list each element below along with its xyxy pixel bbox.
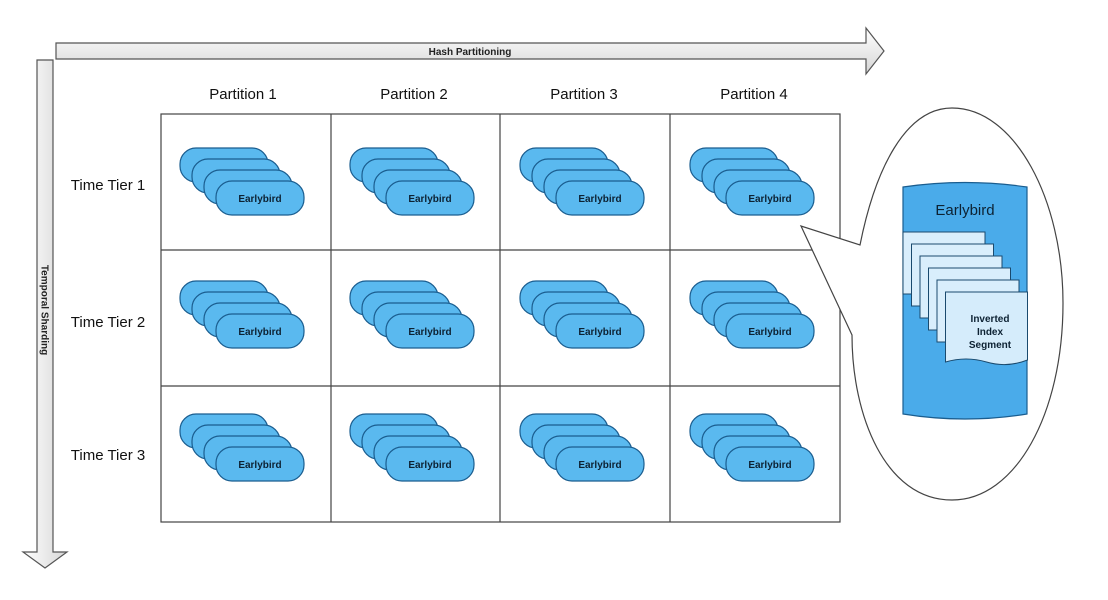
earlybird-cells: Earlybird Earlybird Earlybird Earlybird Earl… <box>179 147 815 482</box>
segment-label-line-2: Index <box>977 327 1004 338</box>
earlybird-stack: Earlybird <box>349 280 475 349</box>
hash-partitioning-label: Hash Partitioning <box>429 47 512 58</box>
segment-label-line-3: Segment <box>969 340 1012 351</box>
earlybird-stack: Earlybird <box>349 413 475 482</box>
earlybird-label: Earlybird <box>408 194 451 205</box>
earlybird-label: Earlybird <box>748 194 791 205</box>
partition-header-4: Partition 4 <box>720 86 788 103</box>
earlybird-label: Earlybird <box>748 460 791 471</box>
partition-header-1: Partition 1 <box>209 86 277 103</box>
earlybird-stack: Earlybird <box>689 413 815 482</box>
segment-label-line-1: Inverted <box>971 314 1010 325</box>
earlybird-label: Earlybird <box>578 327 621 338</box>
detail-earlybird-title: Earlybird <box>935 202 994 219</box>
tier-header-2: Time Tier 2 <box>71 314 145 331</box>
earlybird-label: Earlybird <box>238 460 281 471</box>
earlybird-label: Earlybird <box>238 194 281 205</box>
partition-headers: Partition 1 Partition 2 Partition 3 Part… <box>209 86 788 103</box>
earlybird-stack: Earlybird <box>179 280 305 349</box>
earlybird-stack: Earlybird <box>519 147 645 216</box>
earlybird-stack: Earlybird <box>519 280 645 349</box>
temporal-sharding-label: Temporal Sharding <box>39 265 50 355</box>
earlybird-label: Earlybird <box>578 460 621 471</box>
earlybird-stack: Earlybird <box>179 413 305 482</box>
earlybird-label: Earlybird <box>408 327 451 338</box>
earlybird-stack: Earlybird <box>689 280 815 349</box>
hash-partitioning-arrow: Hash Partitioning <box>55 26 885 76</box>
tier-headers: Time Tier 1 Time Tier 2 Time Tier 3 <box>71 177 145 464</box>
tier-header-1: Time Tier 1 <box>71 177 145 194</box>
sharding-diagram: Hash Partitioning Temporal Sharding Part… <box>21 26 1064 569</box>
earlybird-stack: Earlybird <box>519 413 645 482</box>
earlybird-stack: Earlybird <box>689 147 815 216</box>
earlybird-label: Earlybird <box>408 460 451 471</box>
earlybird-label: Earlybird <box>748 327 791 338</box>
partition-header-2: Partition 2 <box>380 86 448 103</box>
earlybird-label: Earlybird <box>238 327 281 338</box>
earlybird-label: Earlybird <box>578 194 621 205</box>
tier-header-3: Time Tier 3 <box>71 447 145 464</box>
earlybird-stack: Earlybird <box>179 147 305 216</box>
temporal-sharding-arrow: Temporal Sharding <box>21 59 69 569</box>
partition-header-3: Partition 3 <box>550 86 618 103</box>
earlybird-stack: Earlybird <box>349 147 475 216</box>
